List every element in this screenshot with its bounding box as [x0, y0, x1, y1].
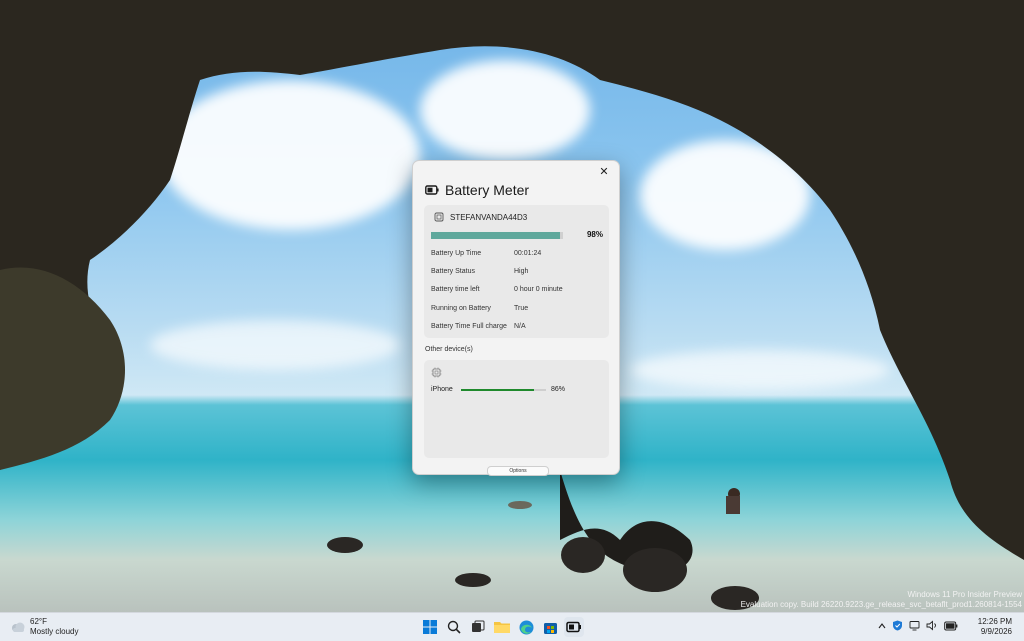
info-value: High	[514, 268, 529, 275]
clock-time: 12:26 PM	[977, 617, 1012, 626]
store-button[interactable]	[540, 617, 560, 637]
edge-button[interactable]	[516, 617, 536, 637]
options-button[interactable]: Options	[487, 466, 549, 476]
device-row: STEFANVANDA44D3	[434, 212, 527, 222]
file-explorer-button[interactable]	[492, 617, 512, 637]
watermark-line1: Windows 11 Pro Insider Preview	[907, 590, 1022, 599]
start-button[interactable]	[420, 617, 440, 637]
battery-meter-taskbar-button[interactable]	[564, 617, 584, 637]
security-icon[interactable]	[892, 620, 903, 631]
taskbar: 62°F Mostly cloudy 12:26 PM 9/9/2026	[0, 612, 1024, 641]
weather-desc: Mostly cloudy	[30, 627, 79, 636]
window-title: Battery Meter	[445, 182, 530, 198]
info-row: Battery Status High	[431, 268, 528, 275]
watermark-line2: Evaluation copy. Build 26220.9223.ge_rel…	[740, 600, 1022, 609]
iphone-name: iPhone	[431, 386, 453, 393]
edge-icon	[519, 620, 533, 634]
search-icon	[447, 620, 461, 634]
info-label: Battery Time Full charge	[431, 323, 507, 330]
other-devices-card: iPhone 86%	[424, 360, 609, 458]
info-value: 00:01:24	[514, 250, 542, 257]
weather-temp: 62°F	[30, 617, 47, 626]
info-row: Battery time left 0 hour 0 minute	[431, 286, 563, 293]
cloud-icon	[12, 622, 25, 632]
info-value: 0 hour 0 minute	[514, 286, 563, 293]
task-view-icon	[472, 620, 485, 632]
task-view-button[interactable]	[468, 617, 488, 637]
iphone-progress-fill	[461, 389, 535, 391]
battery-tray-icon[interactable]	[944, 621, 958, 631]
battery-percent: 98%	[586, 230, 603, 239]
battery-meter-icon	[566, 621, 581, 633]
taskbar-apps	[420, 617, 584, 637]
iphone-percent: 86%	[551, 386, 566, 393]
start-icon	[423, 620, 437, 634]
file-explorer-icon	[494, 622, 510, 633]
volume-icon[interactable]	[926, 620, 938, 631]
info-value: True	[514, 305, 529, 312]
chevron-up-icon[interactable]	[878, 622, 886, 630]
other-devices-label: Other device(s)	[425, 346, 473, 353]
search-button[interactable]	[444, 617, 464, 637]
system-tray	[878, 620, 958, 631]
info-row: Battery Time Full charge N/A	[431, 323, 526, 330]
battery-icon	[425, 185, 439, 195]
computer-icon	[434, 212, 444, 222]
iphone-row: iPhone 86%	[431, 386, 601, 393]
info-row: Battery Up Time 00:01:24	[431, 250, 541, 257]
battery-progress-bar	[431, 232, 563, 239]
network-icon[interactable]	[909, 620, 920, 631]
info-label: Running on Battery	[431, 305, 491, 312]
title-row: Battery Meter	[425, 182, 529, 198]
iphone-progress-bar	[461, 389, 546, 391]
chip-icon	[431, 367, 442, 378]
clock[interactable]: 12:26 PM 9/9/2026	[978, 617, 1012, 637]
battery-card: STEFANVANDA44D3 98% Battery Up Time 00:0…	[424, 205, 609, 338]
evaluation-watermark: Windows 11 Pro Insider Preview Evaluatio…	[741, 590, 1022, 610]
weather-widget[interactable]: 62°F Mostly cloudy	[10, 617, 78, 637]
info-row: Running on Battery True	[431, 305, 528, 312]
device-name: STEFANVANDA44D3	[450, 212, 528, 222]
battery-progress-fill	[431, 232, 561, 239]
info-label: Battery Status	[431, 268, 475, 275]
info-label: Battery time left	[431, 286, 480, 293]
store-icon	[543, 622, 557, 634]
battery-meter-window: ✕ Battery Meter STEFANVANDA44D3 98% Batt…	[412, 160, 620, 476]
info-value: N/A	[514, 323, 526, 330]
close-button[interactable]: ✕	[597, 165, 611, 179]
clock-date: 9/9/2026	[980, 627, 1012, 636]
info-label: Battery Up Time	[431, 250, 482, 257]
